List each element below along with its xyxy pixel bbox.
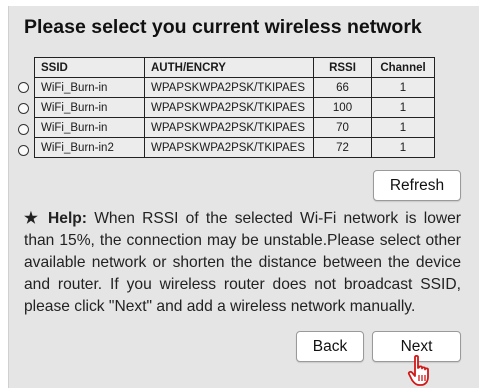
table-row[interactable]: WiFi_Burn-in WPAPSKWPA2PSK/TKIPAES 100 1 [34,97,435,118]
cell-channel: 1 [371,77,435,98]
help-text: ★ Help: When RSSI of the selected Wi-Fi … [24,208,461,318]
cell-channel: 1 [371,97,435,118]
cell-rssi: 70 [313,117,372,138]
table-row[interactable]: WiFi_Burn-in WPAPSKWPA2PSK/TKIPAES 70 1 [34,117,435,138]
column-header-channel: Channel [371,57,435,78]
column-header-rssi: RSSI [313,57,372,78]
column-header-auth: AUTH/ENCRY [144,57,314,78]
cell-ssid: WiFi_Burn-in [34,77,145,98]
cell-ssid: WiFi_Burn-in2 [34,137,145,158]
network-radio-4[interactable] [18,145,29,156]
cell-auth: WPAPSKWPA2PSK/TKIPAES [144,77,314,98]
cell-auth: WPAPSKWPA2PSK/TKIPAES [144,137,314,158]
cell-channel: 1 [371,117,435,138]
cell-rssi: 72 [313,137,372,158]
cell-ssid: WiFi_Burn-in [34,117,145,138]
table-row[interactable]: WiFi_Burn-in2 WPAPSKWPA2PSK/TKIPAES 72 1 [34,137,435,158]
star-icon: ★ [24,210,41,227]
table-header-row: SSID AUTH/ENCRY RSSI Channel [34,57,435,78]
network-radio-3[interactable] [18,124,29,135]
cell-ssid: WiFi_Burn-in [34,97,145,118]
page-title: Please select you current wireless netwo… [24,16,422,38]
cell-auth: WPAPSKWPA2PSK/TKIPAES [144,97,314,118]
cell-rssi: 66 [313,77,372,98]
refresh-button[interactable]: Refresh [373,170,461,201]
cell-auth: WPAPSKWPA2PSK/TKIPAES [144,117,314,138]
network-table: SSID AUTH/ENCRY RSSI Channel WiFi_Burn-i… [34,57,435,158]
hand-pointer-icon [407,355,429,386]
column-header-ssid: SSID [34,57,145,78]
back-button[interactable]: Back [296,331,364,362]
cell-channel: 1 [371,137,435,158]
network-radio-1[interactable] [18,82,29,93]
network-radio-2[interactable] [18,103,29,114]
table-row[interactable]: WiFi_Burn-in WPAPSKWPA2PSK/TKIPAES 66 1 [34,77,435,98]
help-body: When RSSI of the selected Wi-Fi network … [24,210,461,315]
help-label: Help: [48,210,87,227]
cell-rssi: 100 [313,97,372,118]
